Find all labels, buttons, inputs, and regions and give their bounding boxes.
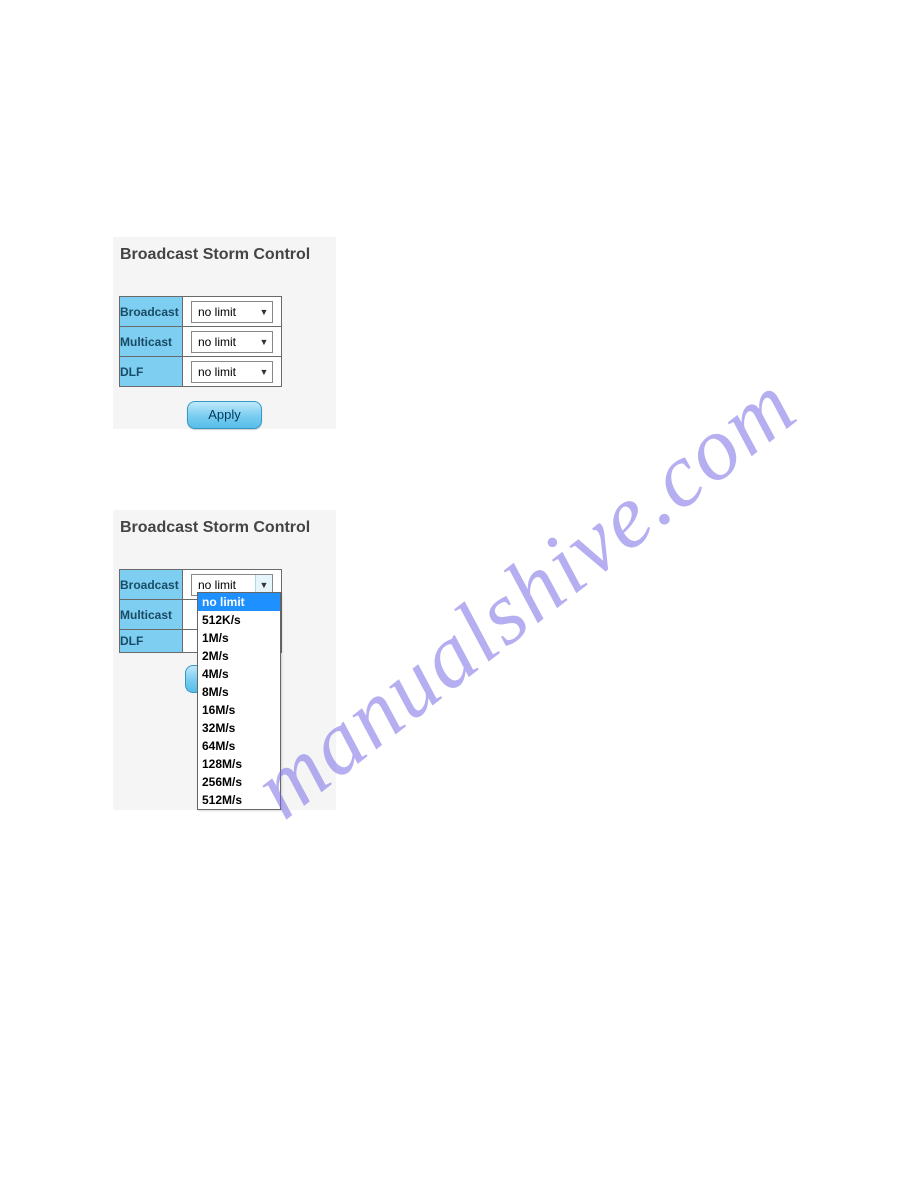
dropdown-option[interactable]: 64M/s xyxy=(198,737,280,755)
select-value: no limit xyxy=(198,365,236,379)
section-heading: Broadcast Storm Control xyxy=(120,246,336,264)
table-row: DLF no limit ▼ xyxy=(120,357,282,387)
row-label-multicast: Multicast xyxy=(120,327,183,357)
row-label-dlf: DLF xyxy=(120,630,183,653)
table-row: Multicast no limit ▼ xyxy=(120,327,282,357)
dropdown-option[interactable]: 512M/s xyxy=(198,791,280,809)
select-value: no limit xyxy=(198,335,236,349)
dropdown-option[interactable]: 8M/s xyxy=(198,683,280,701)
table-row: Broadcast no limit ▼ xyxy=(120,297,282,327)
row-select-cell: no limit ▼ xyxy=(183,297,282,327)
dropdown-option[interactable]: 512K/s xyxy=(198,611,280,629)
apply-button[interactable]: Apply xyxy=(187,401,262,429)
multicast-select[interactable]: no limit ▼ xyxy=(191,331,273,353)
dropdown-arrow-icon: ▼ xyxy=(256,337,272,347)
apply-row: Apply xyxy=(113,401,336,429)
select-value: no limit xyxy=(198,578,236,592)
dropdown-option[interactable]: no limit xyxy=(198,593,280,611)
dropdown-option[interactable]: 128M/s xyxy=(198,755,280,773)
broadcast-dropdown-list[interactable]: no limit 512K/s 1M/s 2M/s 4M/s 8M/s 16M/… xyxy=(197,592,281,810)
row-label-dlf: DLF xyxy=(120,357,183,387)
broadcast-select[interactable]: no limit ▼ xyxy=(191,301,273,323)
row-label-broadcast: Broadcast xyxy=(120,297,183,327)
storm-control-panel-1: Broadcast Storm Control Broadcast no lim… xyxy=(113,237,336,429)
row-select-cell: no limit ▼ xyxy=(183,357,282,387)
dropdown-option[interactable]: 2M/s xyxy=(198,647,280,665)
dropdown-option[interactable]: 256M/s xyxy=(198,773,280,791)
dropdown-option[interactable]: 32M/s xyxy=(198,719,280,737)
storm-control-panel-2: Broadcast Storm Control Broadcast no lim… xyxy=(113,510,336,810)
select-value: no limit xyxy=(198,305,236,319)
row-label-multicast: Multicast xyxy=(120,600,183,630)
dropdown-arrow-icon: ▼ xyxy=(256,307,272,317)
dlf-select[interactable]: no limit ▼ xyxy=(191,361,273,383)
dropdown-option[interactable]: 4M/s xyxy=(198,665,280,683)
dropdown-option[interactable]: 16M/s xyxy=(198,701,280,719)
dropdown-option[interactable]: 1M/s xyxy=(198,629,280,647)
dropdown-arrow-icon: ▼ xyxy=(256,367,272,377)
row-select-cell: no limit ▼ xyxy=(183,327,282,357)
section-heading: Broadcast Storm Control xyxy=(120,519,336,537)
row-label-broadcast: Broadcast xyxy=(120,570,183,600)
storm-control-table: Broadcast no limit ▼ Multicast no limit … xyxy=(119,296,282,387)
